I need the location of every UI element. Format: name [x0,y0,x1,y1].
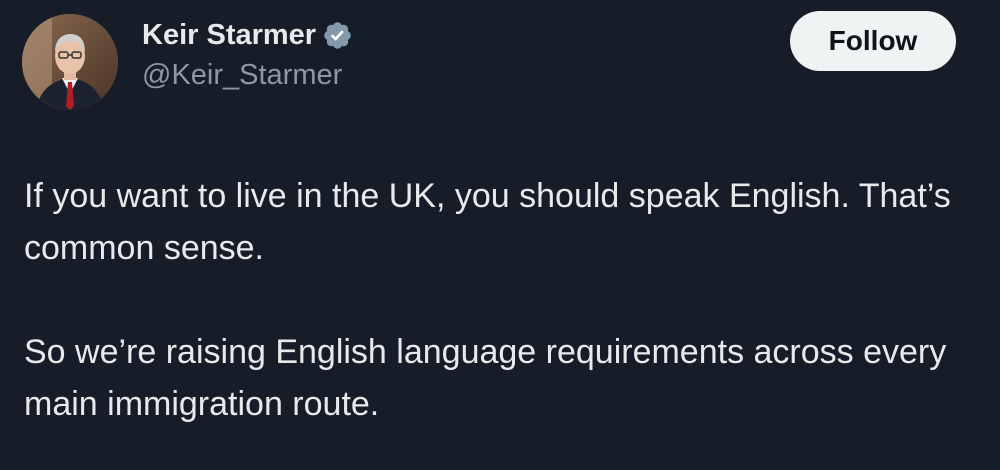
follow-button[interactable]: Follow [790,11,956,71]
author-names: Keir Starmer @Keir_Starmer [142,17,353,93]
tweet-card: Keir Starmer @Keir_Starmer Follow If you… [0,0,1000,470]
tweet-text: If you want to live in the UK, you shoul… [24,170,984,430]
user-handle[interactable]: @Keir_Starmer [142,57,353,93]
avatar[interactable] [22,14,118,110]
tweet-header: Keir Starmer @Keir_Starmer [22,14,353,110]
display-name[interactable]: Keir Starmer [142,17,316,53]
tweet-paragraph: If you want to live in the UK, you shoul… [24,177,951,267]
verified-badge-icon [324,21,351,49]
tweet-paragraph: So we’re raising English language requir… [24,333,947,423]
avatar-image [22,14,118,110]
display-name-row: Keir Starmer [142,17,353,53]
